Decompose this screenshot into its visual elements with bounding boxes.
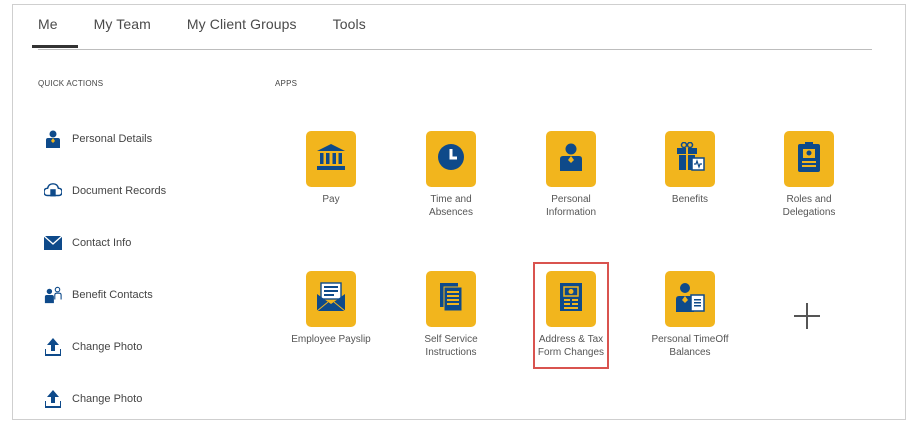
app-label: Benefits xyxy=(671,194,709,205)
quick-action-label: Contact Info xyxy=(72,237,132,249)
quick-action-change-photo-2[interactable]: Change Photo xyxy=(44,386,166,412)
quick-action-change-photo[interactable]: Change Photo xyxy=(44,334,166,360)
tab-my-client-groups[interactable]: My Client Groups xyxy=(187,16,297,42)
badge-icon xyxy=(797,141,821,177)
app-tile xyxy=(546,271,596,327)
app-tile xyxy=(665,271,715,327)
apps-heading: APPS xyxy=(275,79,298,88)
people-icon xyxy=(44,286,62,304)
app-tile xyxy=(426,271,476,327)
upload-icon xyxy=(44,338,62,356)
app-tile xyxy=(784,131,834,187)
gift-icon xyxy=(675,141,705,177)
envelope-icon xyxy=(44,234,62,252)
app-label: Self Service Instructions xyxy=(424,334,478,358)
document-cloud-icon xyxy=(44,182,62,200)
app-employee-payslip[interactable]: Employee Payslip xyxy=(271,271,391,346)
upload-icon xyxy=(44,390,62,408)
app-tile xyxy=(306,271,356,327)
quick-action-label: Personal Details xyxy=(72,133,153,145)
tab-my-team[interactable]: My Team xyxy=(94,16,151,42)
app-benefits[interactable]: Benefits xyxy=(630,131,750,206)
quick-action-label: Benefit Contacts xyxy=(72,289,153,301)
app-time-and-absences[interactable]: Time and Absences xyxy=(391,131,511,219)
app-label: Time and Absences xyxy=(429,194,473,218)
app-tile xyxy=(546,131,596,187)
quick-action-label: Document Records xyxy=(72,185,167,197)
app-tile xyxy=(306,131,356,187)
app-address-tax-form-changes[interactable]: Address & Tax Form Changes xyxy=(511,271,631,359)
quick-action-contact-info[interactable]: Contact Info xyxy=(44,230,166,256)
envelope-payslip-icon xyxy=(316,281,346,317)
tax-form-icon xyxy=(559,282,583,317)
quick-actions-list: Personal Details Document Records Contac… xyxy=(44,122,166,412)
app-tile xyxy=(426,131,476,187)
quick-action-document-records[interactable]: Document Records xyxy=(44,178,166,204)
app-self-service-instructions[interactable]: Self Service Instructions xyxy=(391,271,511,359)
app-roles-and-delegations[interactable]: Roles and Delegations xyxy=(749,131,869,219)
quick-action-personal-details[interactable]: Personal Details xyxy=(44,126,166,152)
pages-icon xyxy=(439,282,463,317)
quick-action-label: Change Photo xyxy=(72,341,143,353)
bank-icon xyxy=(317,143,345,175)
app-label: Personal Information xyxy=(545,194,597,218)
app-pay[interactable]: Pay xyxy=(271,131,391,206)
clock-icon xyxy=(437,143,465,176)
app-label: Personal TimeOff Balances xyxy=(651,334,729,358)
person-icon xyxy=(44,130,62,148)
tab-bar: Me My Team My Client Groups Tools xyxy=(32,16,402,48)
app-personal-timeoff-balances[interactable]: Personal TimeOff Balances xyxy=(630,271,750,359)
add-app-button[interactable] xyxy=(794,303,820,329)
quick-actions-heading: QUICK ACTIONS xyxy=(38,79,104,88)
quick-action-label: Change Photo xyxy=(72,393,143,405)
app-label: Employee Payslip xyxy=(291,334,371,345)
tab-me[interactable]: Me xyxy=(32,16,77,48)
quick-action-benefit-contacts[interactable]: Benefit Contacts xyxy=(44,282,166,308)
tab-divider xyxy=(38,49,872,50)
person-icon xyxy=(559,143,583,176)
app-label: Address & Tax Form Changes xyxy=(537,334,605,358)
person-document-icon xyxy=(675,282,705,317)
tab-tools[interactable]: Tools xyxy=(333,16,366,42)
app-personal-information[interactable]: Personal Information xyxy=(511,131,631,219)
app-tile xyxy=(665,131,715,187)
app-label: Pay xyxy=(322,194,340,205)
app-label: Roles and Delegations xyxy=(782,194,836,218)
